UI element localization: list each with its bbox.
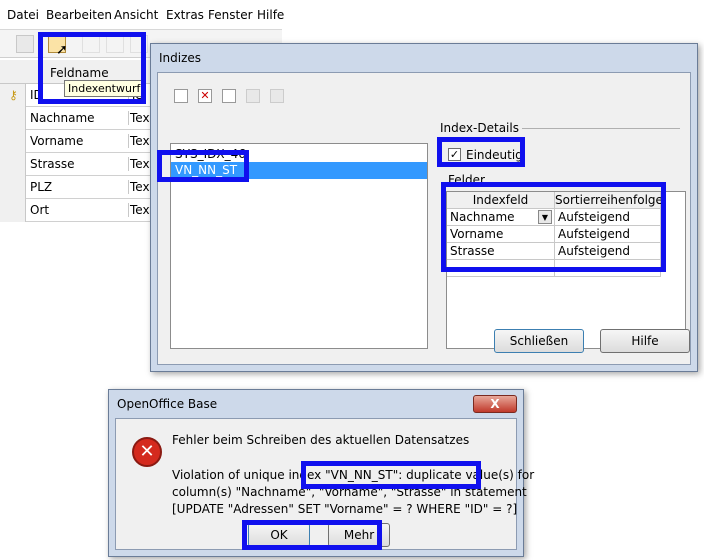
- table-row[interactable]: PLZ Text: [0, 176, 154, 199]
- new-index-icon[interactable]: [174, 89, 188, 103]
- highlight-box: [157, 150, 249, 182]
- row-header: [0, 107, 26, 130]
- highlight-box: [242, 520, 382, 550]
- field-name[interactable]: PLZ: [30, 180, 52, 194]
- table-row[interactable]: Nachname Text: [0, 107, 154, 130]
- highlight-box: [38, 32, 146, 104]
- menu-extras[interactable]: Extras: [166, 8, 204, 22]
- menu-hilfe[interactable]: Hilfe: [257, 8, 284, 22]
- row-header: [0, 199, 26, 222]
- row-header: [0, 153, 26, 176]
- delete-index-icon[interactable]: ✕: [198, 89, 212, 103]
- table-row[interactable]: Ort Text: [0, 199, 154, 222]
- field-name[interactable]: Ort: [30, 203, 49, 217]
- save-icon[interactable]: [16, 35, 34, 53]
- highlight-box: [301, 461, 481, 489]
- dialog-title: Indizes: [159, 51, 202, 65]
- rename-index-icon[interactable]: [222, 89, 236, 103]
- error-icon: ✕: [132, 437, 162, 467]
- highlight-box: [437, 137, 525, 167]
- highlight-box: [441, 182, 666, 272]
- error-text: for: [513, 468, 535, 482]
- menu-ansicht[interactable]: Ansicht: [114, 8, 158, 22]
- close-button[interactable]: Schließen: [494, 329, 584, 353]
- table-row[interactable]: Vorname Text: [0, 130, 154, 153]
- dialog-title: OpenOffice Base: [117, 397, 218, 411]
- save-index-icon[interactable]: [246, 89, 260, 103]
- primary-key-icon: ⚷: [0, 84, 26, 107]
- row-header: [0, 176, 26, 199]
- mouse-cursor-icon: ➚: [56, 42, 68, 58]
- menu-fenster[interactable]: Fenster: [208, 8, 253, 22]
- menu-datei[interactable]: Datei: [7, 8, 39, 22]
- row-header: [0, 130, 26, 153]
- error-message-line3: [UPDATE "Adressen" SET "Vorname" = ? WHE…: [172, 502, 518, 516]
- field-name[interactable]: Nachname: [30, 111, 95, 125]
- table-row[interactable]: Strasse Text: [0, 153, 154, 176]
- help-button[interactable]: Hilfe: [600, 329, 690, 353]
- menu-bearbeiten[interactable]: Bearbeiten: [46, 8, 112, 22]
- divider: [522, 128, 680, 129]
- menu-bar: Datei Bearbeiten Ansicht Extras Fenster …: [0, 0, 284, 30]
- close-icon[interactable]: X: [473, 395, 517, 413]
- error-heading: Fehler beim Schreiben des aktuellen Date…: [172, 433, 470, 447]
- field-name[interactable]: Vorname: [30, 134, 83, 148]
- field-name[interactable]: Strasse: [30, 157, 75, 171]
- details-label: Index-Details: [440, 121, 519, 135]
- reset-index-icon[interactable]: [270, 89, 284, 103]
